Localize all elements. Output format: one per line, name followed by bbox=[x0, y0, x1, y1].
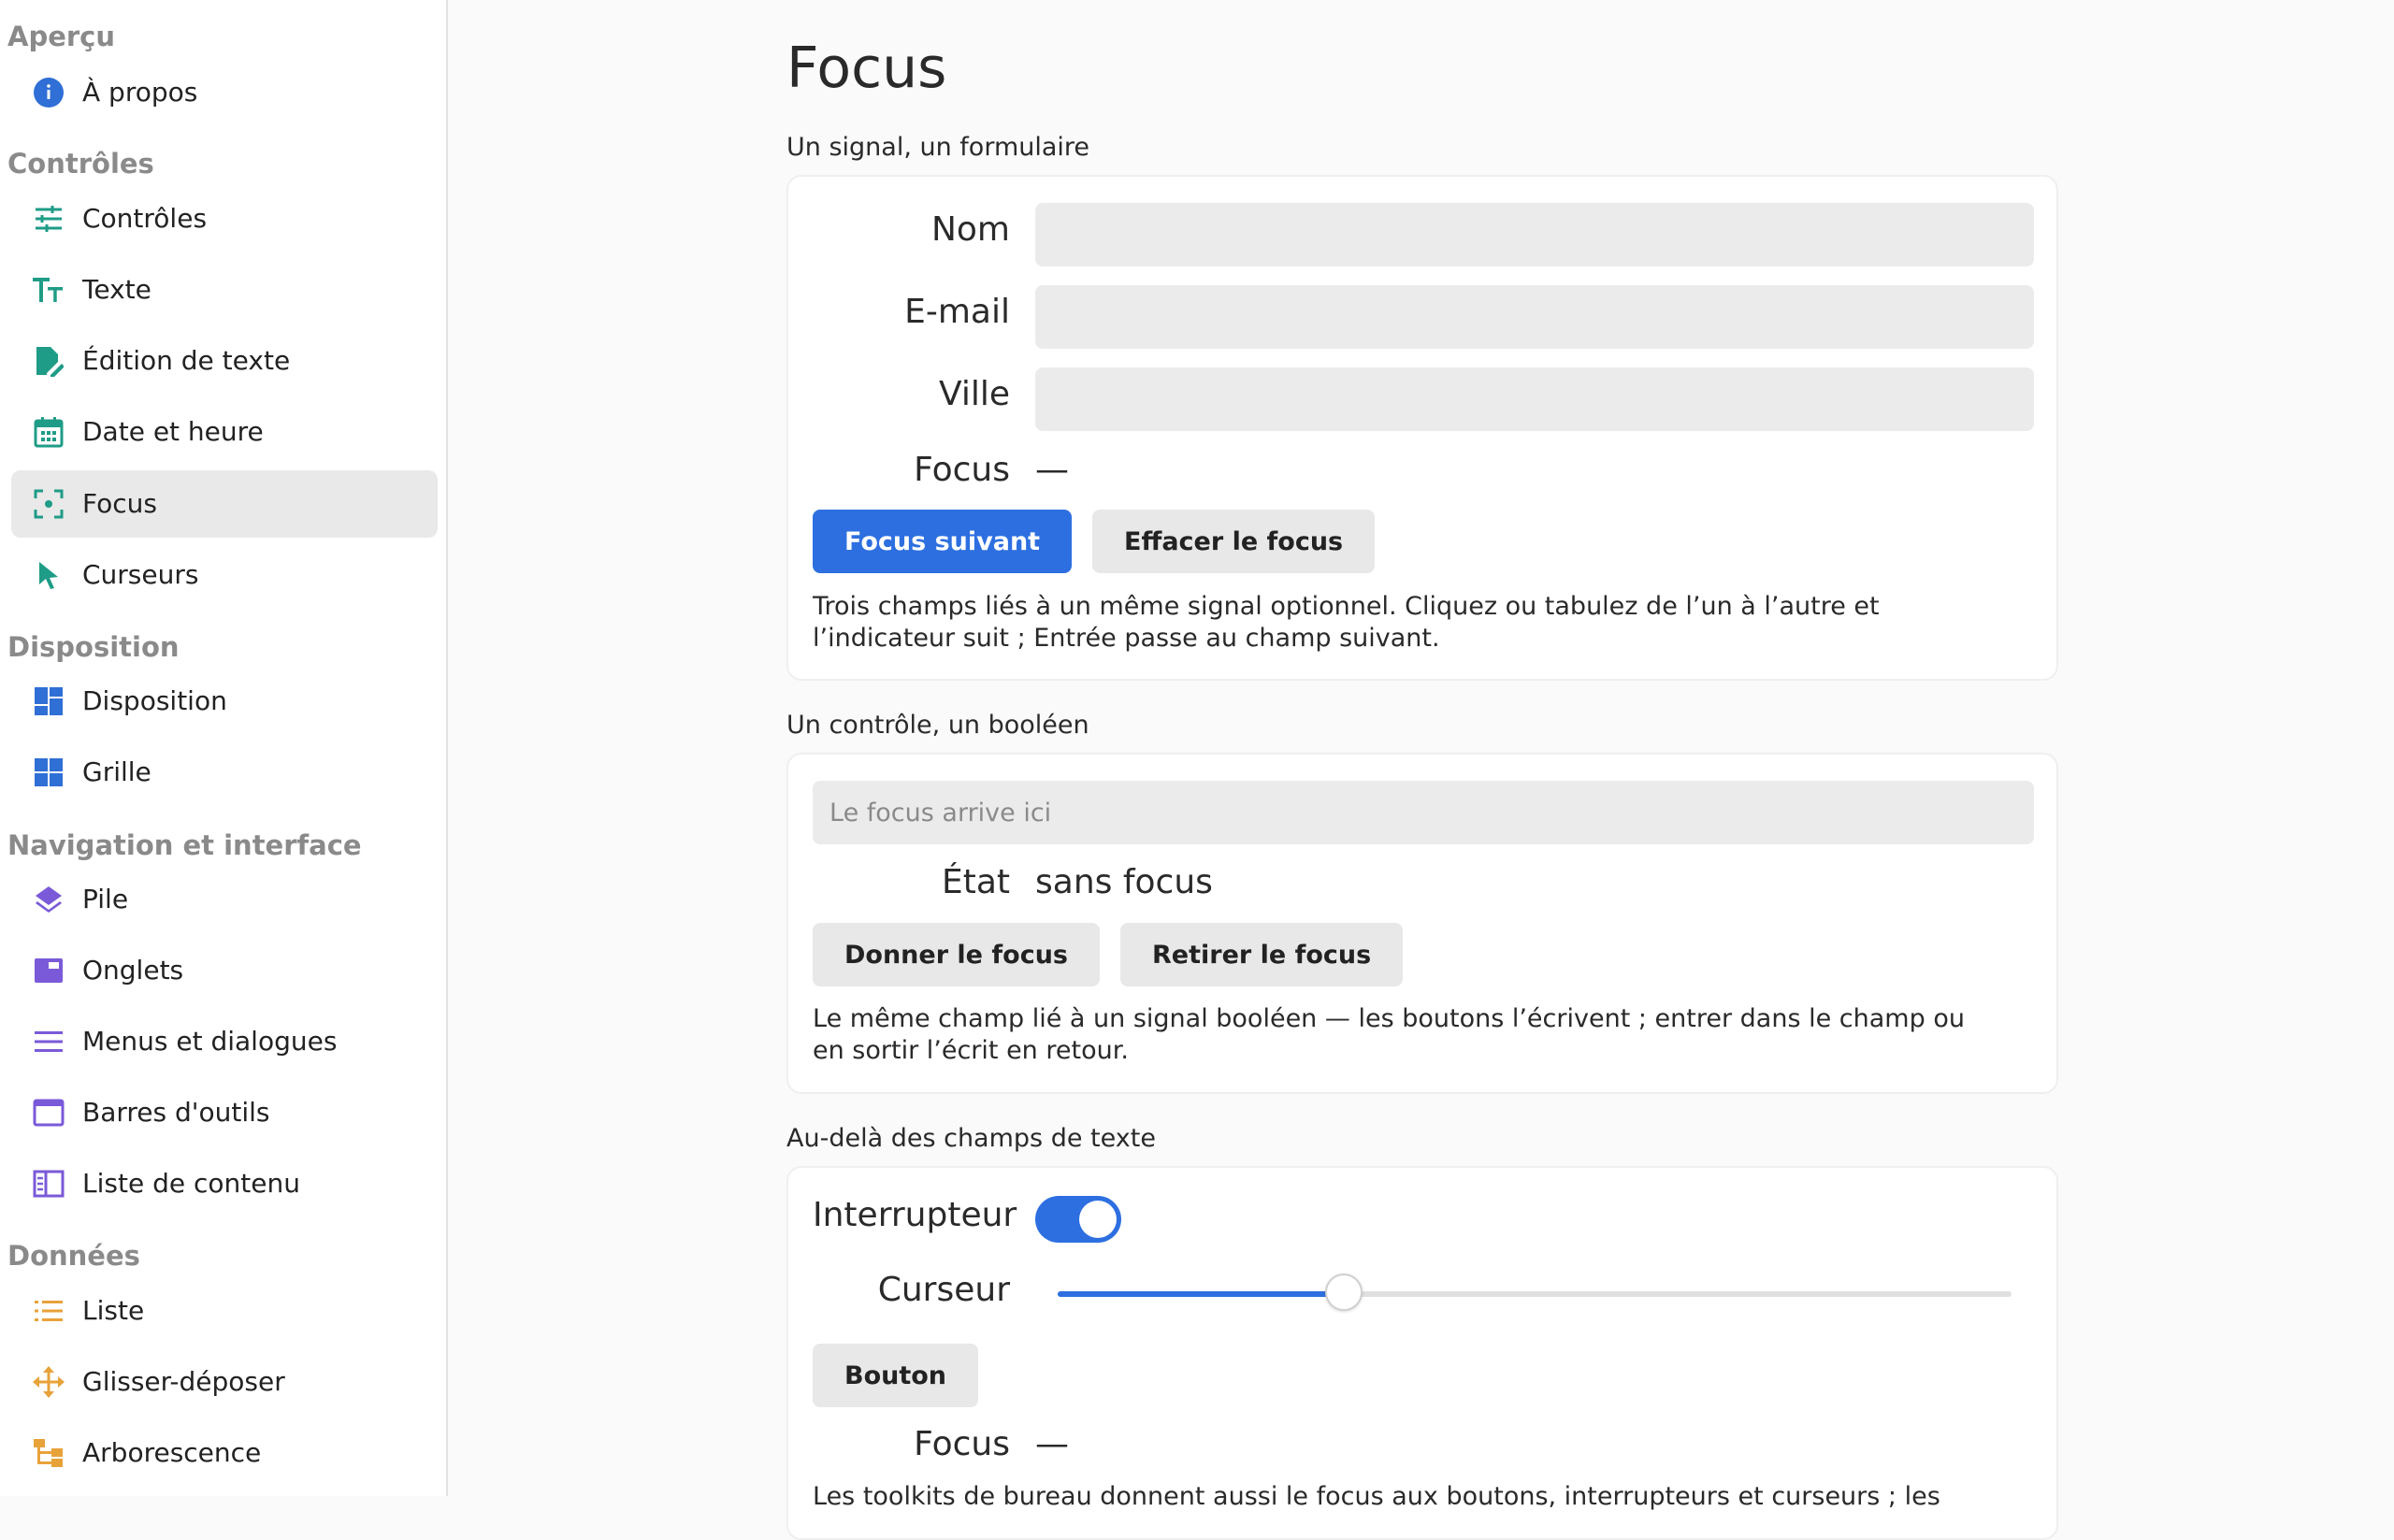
state-label: État bbox=[941, 863, 1010, 901]
remove-focus-button[interactable]: Retirer le focus bbox=[1120, 923, 1404, 986]
sidebar-item-glisser-deposer[interactable]: Glisser-déposer bbox=[11, 1348, 438, 1416]
slider-fill bbox=[1058, 1291, 1344, 1297]
sidebar-item-arborescence[interactable]: Arborescence bbox=[11, 1419, 438, 1487]
state-value: sans focus bbox=[1035, 863, 1213, 901]
sidebar-item-label: Liste de contenu bbox=[82, 1168, 300, 1199]
section-title-donnees: Données bbox=[7, 1240, 140, 1272]
focus-value-3: — bbox=[1035, 1425, 1069, 1463]
sidebar-item-label: Pile bbox=[82, 884, 129, 914]
name-input[interactable] bbox=[1035, 203, 2034, 266]
list-icon bbox=[32, 1294, 65, 1328]
card3-heading: Au-delà des champs de texte bbox=[786, 1124, 1156, 1153]
sidebar-item-liste-de-contenu[interactable]: Liste de contenu bbox=[11, 1150, 438, 1217]
sidebar-item-label: Disposition bbox=[82, 685, 227, 716]
email-input[interactable] bbox=[1035, 285, 2034, 349]
sidebar-item-a-propos[interactable]: À propos bbox=[11, 59, 438, 126]
city-label: Ville bbox=[939, 375, 1010, 413]
focus-label: Focus bbox=[914, 451, 1010, 489]
edit-document-icon bbox=[32, 344, 65, 378]
toggle-switch[interactable] bbox=[1035, 1196, 1121, 1243]
sidebar-item-label: Onglets bbox=[82, 955, 184, 986]
info-icon bbox=[32, 76, 65, 109]
sidebar-item-label: Édition de texte bbox=[82, 345, 291, 376]
next-focus-button[interactable]: Focus suivant bbox=[813, 510, 1073, 573]
slider-label: Curseur bbox=[877, 1271, 1010, 1309]
focus-icon bbox=[32, 487, 65, 521]
sidebar-item-label: Contrôles bbox=[82, 203, 208, 234]
sidebar-item-onglets[interactable]: Onglets bbox=[11, 937, 438, 1004]
sidebar-item-label: Arborescence bbox=[82, 1437, 262, 1468]
toggle-knob bbox=[1079, 1201, 1117, 1238]
card1-heading: Un signal, un formulaire bbox=[786, 133, 1090, 162]
sidebar-item-texte[interactable]: Texte bbox=[11, 256, 438, 324]
section-title-apercu: Aperçu bbox=[7, 21, 116, 52]
slider-thumb[interactable] bbox=[1325, 1274, 1363, 1311]
card2-heading: Un contrôle, un booléen bbox=[786, 711, 1089, 740]
page-title: Focus bbox=[786, 36, 947, 101]
sidebar-item-grille[interactable]: Grille bbox=[11, 739, 438, 806]
sidebar-item-barres-doutils[interactable]: Barres d'outils bbox=[11, 1079, 438, 1146]
boolean-card: État sans focus Donner le focus Retirer … bbox=[786, 753, 2058, 1094]
sidebar-item-label: Barres d'outils bbox=[82, 1097, 270, 1128]
sidebar-item-label: Curseurs bbox=[82, 559, 199, 590]
sidebar-item-curseurs[interactable]: Curseurs bbox=[11, 541, 438, 609]
sidebar-item-date-et-heure[interactable]: Date et heure bbox=[11, 398, 438, 466]
sidebar-item-label: Grille bbox=[82, 756, 151, 787]
slider-track[interactable] bbox=[1058, 1274, 2012, 1311]
sidebar: Aperçu À propos Contrôles Contrôles Text… bbox=[0, 0, 448, 1496]
section-title-navigation: Navigation et interface bbox=[7, 829, 362, 861]
form-card: Nom E-mail Ville Focus — Focus suivant E… bbox=[786, 175, 2058, 681]
calendar-icon bbox=[32, 415, 65, 449]
sidebar-item-label: Glisser-déposer bbox=[82, 1366, 285, 1397]
sidebar-item-focus[interactable]: Focus bbox=[11, 470, 438, 538]
sidebar-item-label: Date et heure bbox=[82, 416, 264, 447]
sidebar-item-label: Texte bbox=[82, 274, 151, 305]
sidebar-item-label: À propos bbox=[82, 77, 198, 108]
pointer-icon bbox=[32, 558, 65, 592]
toggle-label: Interrupteur bbox=[813, 1196, 1017, 1234]
book-icon bbox=[32, 1167, 65, 1201]
sidebar-item-edition-de-texte[interactable]: Édition de texte bbox=[11, 327, 438, 395]
layers-icon bbox=[32, 883, 65, 916]
give-focus-button[interactable]: Donner le focus bbox=[813, 923, 1100, 986]
sidebar-item-label: Focus bbox=[82, 488, 157, 519]
text-icon bbox=[32, 273, 65, 307]
window-icon bbox=[32, 1096, 65, 1130]
beyond-fields-card: Interrupteur Curseur Bouton Focus — Les … bbox=[786, 1166, 2058, 1540]
menu-icon bbox=[32, 1025, 65, 1058]
tabs-icon bbox=[32, 954, 65, 987]
sidebar-item-label: Menus et dialogues bbox=[82, 1026, 338, 1057]
email-label: E-mail bbox=[904, 293, 1010, 331]
sidebar-item-pile[interactable]: Pile bbox=[11, 866, 438, 933]
focus-value: — bbox=[1035, 451, 1069, 489]
sidebar-item-liste[interactable]: Liste bbox=[11, 1277, 438, 1345]
move-icon bbox=[32, 1365, 65, 1399]
tree-icon bbox=[32, 1436, 65, 1470]
dashboard-icon bbox=[32, 684, 65, 718]
section-title-disposition: Disposition bbox=[7, 631, 180, 663]
sidebar-item-menus-et-dialogues[interactable]: Menus et dialogues bbox=[11, 1008, 438, 1075]
name-label: Nom bbox=[930, 210, 1010, 249]
generic-button[interactable]: Bouton bbox=[813, 1344, 979, 1407]
grid-icon bbox=[32, 756, 65, 789]
focus-target-input[interactable] bbox=[813, 781, 2034, 844]
card2-description: Le même champ lié à un signal booléen — … bbox=[813, 1004, 1965, 1065]
sliders-icon bbox=[32, 202, 65, 236]
focus-label-3: Focus bbox=[914, 1425, 1010, 1463]
city-input[interactable] bbox=[1035, 367, 2034, 431]
sidebar-item-label: Liste bbox=[82, 1295, 145, 1326]
section-title-controles: Contrôles bbox=[7, 148, 154, 180]
sidebar-item-controles[interactable]: Contrôles bbox=[11, 185, 438, 252]
clear-focus-button[interactable]: Effacer le focus bbox=[1092, 510, 1376, 573]
card1-description: Trois champs liés à un même signal optio… bbox=[813, 592, 1880, 653]
card3-description: Les toolkits de bureau donnent aussi le … bbox=[813, 1482, 1940, 1511]
sidebar-item-disposition[interactable]: Disposition bbox=[11, 668, 438, 735]
